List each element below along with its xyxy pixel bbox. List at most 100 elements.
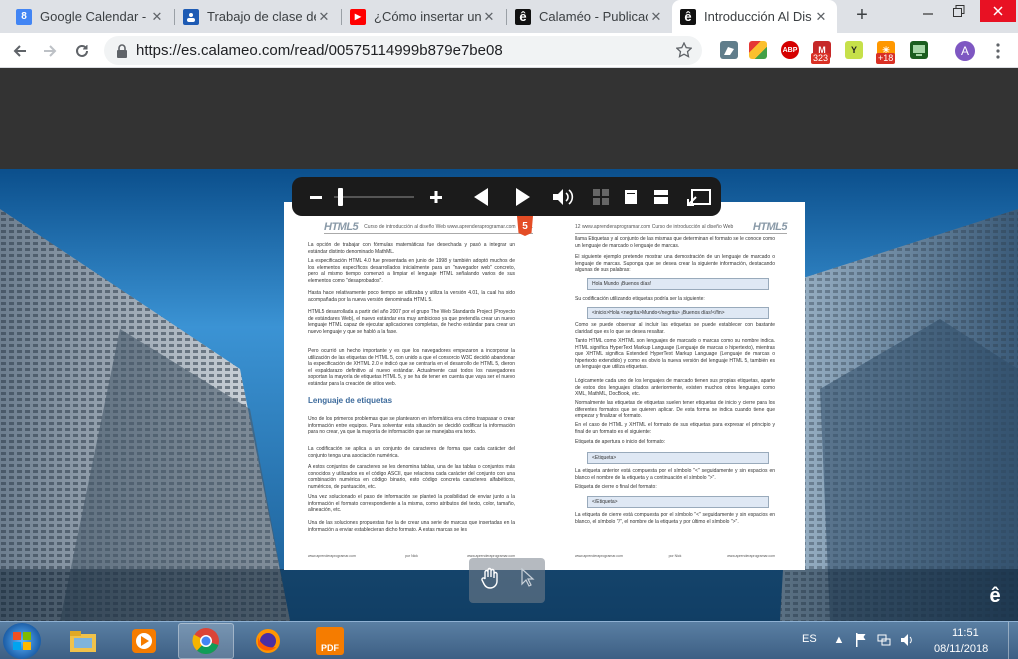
hand-tool-icon[interactable] — [479, 567, 501, 594]
footer-right: www.aprenderaprogramar.com — [727, 554, 775, 558]
viewer-top-area — [0, 68, 1018, 169]
single-page-view-icon[interactable] — [620, 186, 642, 208]
tab-classroom[interactable]: Trabajo de clase de ✕ — [175, 0, 340, 33]
menu-kebab-icon[interactable] — [990, 42, 1006, 60]
restore-button[interactable] — [945, 0, 973, 22]
paragraph: La etiqueta de cierre está compuesta por… — [575, 512, 775, 525]
clock-time[interactable]: 11:51 — [952, 627, 979, 639]
back-button[interactable] — [8, 39, 32, 63]
page-content: HTML5 Curso de introducción al diseño We… — [0, 68, 1018, 621]
chrome-icon[interactable] — [178, 623, 234, 659]
firefox-icon[interactable] — [240, 623, 296, 659]
paragraph: Tanto HTML como XHTML son lenguajes de m… — [575, 338, 775, 370]
windows-logo-icon — [13, 632, 31, 650]
viewer-control-bar — [292, 177, 721, 216]
tab-calameo[interactable]: ê Calaméo - Publicac ✕ — [507, 0, 672, 33]
youtube-icon: ▶ — [350, 8, 366, 25]
language-indicator[interactable]: ES — [802, 633, 817, 645]
pointer-tool-icon[interactable] — [520, 567, 536, 593]
pdf-app-icon[interactable]: PDF — [302, 623, 358, 659]
tab-title: Google Calendar - — [40, 9, 147, 24]
paragraph: La especificación HTML 4.0 fue presentad… — [308, 258, 515, 284]
code-example-box: </Etiqueta> — [587, 496, 769, 508]
double-page-view-icon[interactable] — [650, 186, 672, 208]
tab-title: Calaméo - Publicac — [539, 9, 648, 24]
url-text: https://es.calameo.com/read/00575114999b… — [136, 42, 503, 59]
close-icon[interactable]: ✕ — [648, 9, 664, 25]
paragraph: Lógicamente cada uno de los lenguajes de… — [575, 378, 775, 397]
svg-text:5: 5 — [522, 221, 528, 232]
paragraph: HTML5 desarrollada a partir del año 2007… — [308, 309, 515, 335]
adblock-icon[interactable]: ABP — [781, 41, 799, 59]
page-header-text: Curso de introducción al diseño Web www.… — [364, 223, 516, 230]
stack-icon[interactable] — [749, 41, 767, 59]
screen-icon[interactable] — [910, 41, 928, 59]
calameo-icon: ê — [680, 8, 696, 25]
start-button[interactable] — [3, 623, 41, 659]
tab-title: Trabajo de clase de — [207, 9, 316, 24]
paragraph: El siguiente ejemplo pretende mostrar un… — [575, 254, 775, 273]
zoom-slider[interactable] — [334, 186, 414, 208]
ink-icon[interactable] — [720, 41, 738, 59]
classroom-icon — [183, 8, 199, 25]
show-hidden-icons-icon[interactable]: ▲ — [832, 633, 846, 647]
clock-date[interactable]: 08/11/2018 — [934, 643, 988, 655]
previous-page-button[interactable] — [470, 186, 492, 208]
close-icon[interactable]: ✕ — [149, 9, 165, 25]
calameo-logo[interactable]: ê — [985, 585, 1005, 609]
sound-icon[interactable] — [552, 186, 574, 208]
code-example-box: <Etiqueta> — [587, 452, 769, 464]
zoom-slider-track — [334, 188, 414, 206]
footer-left: www.aprenderaprogramar.com — [575, 554, 623, 558]
window-close-button[interactable] — [980, 0, 1016, 22]
page-header-text: 12 www.aprenderaprogramar.com Curso de i… — [575, 223, 734, 230]
minimize-button[interactable] — [914, 0, 942, 22]
bookmark-star-icon[interactable] — [676, 42, 692, 58]
close-icon[interactable]: ✕ — [316, 9, 332, 25]
new-tab-button[interactable]: + — [850, 4, 874, 28]
tab-title: ¿Cómo insertar un — [374, 9, 481, 24]
document-page-right[interactable]: 12 www.aprenderaprogramar.com Curso de i… — [545, 202, 805, 570]
grid-view-icon[interactable] — [590, 186, 612, 208]
action-center-flag-icon[interactable] — [854, 633, 868, 647]
zoom-in-button[interactable] — [426, 186, 446, 208]
paragraph: La opción de trabajar con fórmulas matem… — [308, 242, 515, 255]
paragraph: En el caso de HTML y XHTML el formato de… — [575, 422, 775, 435]
page-footer: www.aprenderaprogramar.com por Nick www.… — [575, 554, 775, 558]
zoom-out-button[interactable] — [306, 186, 326, 208]
weather-temp-badge: +18 — [876, 53, 896, 64]
reload-button[interactable] — [70, 39, 94, 63]
paragraph: Como se puede observar al incluir las et… — [575, 322, 775, 335]
html5-text-logo: HTML5 — [752, 220, 788, 233]
footer-mid: por Nick — [405, 554, 418, 558]
paragraph: Pero ocurrió un hecho importante y es qu… — [308, 348, 515, 387]
html5-shield-icon: 5 — [516, 216, 534, 236]
close-icon[interactable]: ✕ — [813, 9, 829, 25]
close-icon[interactable]: ✕ — [481, 9, 497, 25]
paragraph: A estos conjuntos de caracteres se les d… — [308, 464, 515, 490]
yle-icon[interactable]: Y — [845, 41, 863, 59]
profile-avatar[interactable]: A — [955, 41, 975, 61]
calendar-icon: 8 — [16, 8, 32, 25]
tab-introduccion-active[interactable]: ê Introducción Al Dis ✕ — [672, 0, 837, 33]
tab-title: Introducción Al Dis — [704, 9, 812, 24]
volume-icon[interactable] — [900, 633, 914, 647]
tab-youtube[interactable]: ▶ ¿Cómo insertar un ✕ — [342, 0, 505, 33]
file-explorer-icon[interactable] — [55, 623, 111, 659]
lock-icon — [116, 43, 128, 58]
next-page-button[interactable] — [512, 186, 534, 208]
show-desktop-button[interactable] — [1008, 622, 1018, 659]
paragraph: La etiqueta anterior está compuesta por … — [575, 468, 775, 481]
media-player-icon[interactable] — [116, 623, 172, 659]
fullscreen-icon[interactable] — [686, 186, 712, 208]
document-page-left[interactable]: HTML5 Curso de introducción al diseño We… — [284, 202, 545, 570]
paragraph: Su codificación utilizando etiquetas pod… — [575, 296, 705, 302]
address-bar[interactable]: https://es.calameo.com/read/00575114999b… — [104, 36, 702, 65]
forward-button[interactable] — [38, 39, 62, 63]
tab-google-calendar[interactable]: 8 Google Calendar - ✕ — [8, 0, 173, 33]
html5-text-logo: HTML5 — [324, 220, 359, 233]
pdf-label: PDF — [316, 627, 344, 655]
page-header: 12 www.aprenderaprogramar.com Curso de i… — [575, 220, 788, 234]
paragraph: Una vez solucionado el paso de informaci… — [308, 494, 515, 513]
network-icon[interactable] — [877, 633, 891, 647]
